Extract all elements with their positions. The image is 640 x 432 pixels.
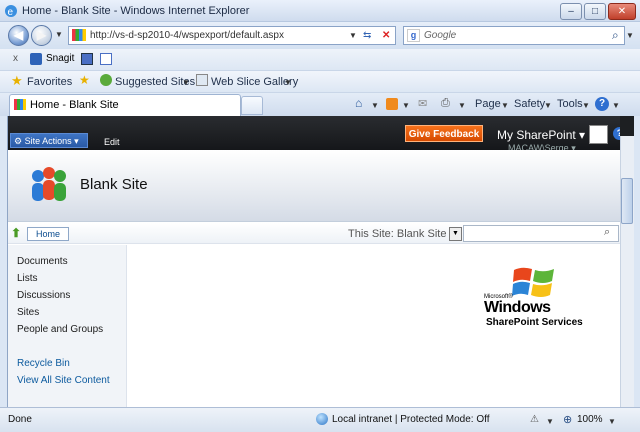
- new-tab-button[interactable]: [241, 96, 263, 115]
- nav-sites[interactable]: Sites: [17, 307, 39, 318]
- home-dropdown-icon[interactable]: ▼: [371, 101, 379, 110]
- feeds-icon[interactable]: [386, 98, 398, 110]
- logo-windows: Windows: [484, 299, 551, 316]
- intranet-globe-icon: [316, 413, 328, 425]
- sharepoint-page: ⚙ Site Actions ▾ Edit Give Feedback My S…: [7, 116, 620, 407]
- up-arrow-icon[interactable]: ⬆: [11, 226, 21, 240]
- print-dropdown-icon[interactable]: ▼: [458, 101, 466, 110]
- web-slice-dropdown-icon[interactable]: ▼: [284, 78, 292, 87]
- feeds-dropdown-icon[interactable]: ▼: [402, 101, 410, 110]
- page-menu[interactable]: Page: [475, 97, 501, 111]
- user-avatar[interactable]: [589, 125, 608, 144]
- nav-people-and-groups[interactable]: People and Groups: [17, 324, 103, 335]
- close-toolbar-icon[interactable]: x: [13, 53, 18, 64]
- site-search-input[interactable]: [463, 225, 619, 242]
- suggested-sites-icon: [100, 74, 112, 86]
- nav-documents[interactable]: Documents: [17, 256, 68, 267]
- favorites-star-icon: ★: [11, 73, 23, 88]
- address-dropdown-icon[interactable]: ▼: [349, 27, 357, 44]
- site-title[interactable]: Blank Site: [80, 176, 148, 193]
- web-slice-icon: [196, 74, 208, 86]
- nav-lists[interactable]: Lists: [17, 273, 38, 284]
- maximize-button[interactable]: □: [584, 3, 606, 20]
- status-text: Done: [8, 414, 32, 425]
- snagit-icon: [30, 53, 42, 65]
- search-scope-select[interactable]: This Site: Blank Site: [348, 228, 446, 240]
- url-text: http://vs-d-sp2010-4/wspexport/default.a…: [90, 30, 284, 41]
- search-icon[interactable]: ⌕: [612, 28, 619, 43]
- help-icon[interactable]: ?: [595, 97, 609, 111]
- recycle-bin-link[interactable]: Recycle Bin: [17, 358, 70, 369]
- security-zone[interactable]: Local intranet | Protected Mode: Off: [332, 414, 490, 425]
- help-dropdown-icon[interactable]: ▼: [612, 101, 620, 110]
- refresh-icon[interactable]: ⇆: [363, 27, 371, 44]
- search-placeholder: Google: [424, 30, 457, 41]
- logo-sharepoint-services: SharePoint Services: [486, 317, 583, 328]
- scrollbar-top-filler: [620, 116, 634, 136]
- stop-icon[interactable]: ✕: [382, 27, 390, 44]
- back-button[interactable]: ◀: [8, 25, 29, 46]
- safety-menu[interactable]: Safety: [514, 97, 545, 111]
- edit-tab[interactable]: Edit: [104, 137, 120, 147]
- capture-icon[interactable]: [81, 53, 93, 65]
- close-window-button[interactable]: ✕: [608, 3, 636, 20]
- protected-mode-icon[interactable]: ⚠: [530, 414, 539, 425]
- snagit-button[interactable]: Snagit: [46, 53, 74, 64]
- tab-favicon-icon: [14, 99, 26, 110]
- home-tab[interactable]: Home: [27, 227, 69, 241]
- tab-label: Home - Blank Site: [30, 99, 119, 111]
- favorites-bar: ★ Favorites ★ Suggested Sites ▼ Web Slic…: [0, 70, 640, 92]
- favorites-button[interactable]: Favorites: [27, 75, 72, 89]
- window-title: Home - Blank Site - Windows Internet Exp…: [22, 5, 250, 17]
- print-icon[interactable]: ⎙: [441, 97, 450, 110]
- scope-dropdown-icon[interactable]: ▼: [449, 227, 462, 241]
- vertical-scrollbar[interactable]: [620, 136, 634, 407]
- ie-icon: e: [5, 5, 17, 18]
- windows-flag-icon: [512, 267, 554, 297]
- zoom-dropdown-icon[interactable]: ▼: [608, 417, 616, 426]
- tab-bar: Home - Blank Site ⌂ ▼ ▼ ✉ ⎙ ▼ Page ▼ Saf…: [0, 92, 640, 116]
- title-bar: e Home - Blank Site - Windows Internet E…: [0, 0, 640, 22]
- google-icon: g: [407, 29, 420, 42]
- minimize-button[interactable]: –: [560, 3, 582, 20]
- safety-dropdown-icon: ▼: [544, 101, 552, 110]
- site-actions-menu[interactable]: ⚙ Site Actions ▾: [10, 133, 88, 148]
- site-actions-label: Site Actions: [24, 136, 72, 146]
- scrollbar-thumb[interactable]: [621, 178, 633, 224]
- tools-menu[interactable]: Tools: [557, 97, 583, 111]
- svg-text:e: e: [8, 7, 14, 18]
- forward-button[interactable]: ▶: [31, 25, 52, 46]
- address-toolbar: ◀ ▶ ▼ http://vs-d-sp2010-4/wspexport/def…: [0, 22, 640, 49]
- tab-home-blank-site[interactable]: Home - Blank Site: [9, 94, 241, 116]
- sp-help-icon[interactable]: ?: [613, 127, 620, 140]
- window-capture-icon[interactable]: [100, 53, 112, 65]
- zoom-level[interactable]: 100%: [577, 414, 603, 425]
- history-dropdown-icon[interactable]: ▼: [55, 30, 63, 39]
- zoom-icon[interactable]: ⊕: [563, 413, 572, 426]
- zone-dropdown-icon[interactable]: ▼: [546, 417, 554, 426]
- snagit-toolbar: x Snagit: [0, 49, 640, 70]
- site-actions-gear-icon: ⚙: [14, 136, 23, 146]
- mail-icon[interactable]: ✉: [418, 97, 427, 110]
- site-search-icon[interactable]: ⌕: [604, 226, 610, 239]
- give-feedback-button[interactable]: Give Feedback: [405, 125, 483, 142]
- page-favicon-icon: [72, 29, 86, 41]
- my-sharepoint-menu[interactable]: My SharePoint ▾: [497, 128, 585, 142]
- status-bar: Done Local intranet | Protected Mode: Of…: [0, 407, 640, 432]
- view-all-content-link[interactable]: View All Site Content: [17, 375, 110, 386]
- site-logo-icon[interactable]: [28, 164, 70, 204]
- my-sharepoint-label: My SharePoint: [497, 128, 576, 142]
- home-icon[interactable]: ⌂: [355, 96, 362, 110]
- add-favorite-icon[interactable]: ★: [79, 73, 90, 87]
- address-bar[interactable]: http://vs-d-sp2010-4/wspexport/default.a…: [68, 26, 396, 45]
- suggested-dropdown-icon[interactable]: ▼: [182, 78, 190, 87]
- nav-discussions[interactable]: Discussions: [17, 290, 70, 301]
- search-options-icon[interactable]: ▼: [626, 31, 634, 40]
- page-dropdown-icon: ▼: [501, 101, 509, 110]
- tools-dropdown-icon: ▼: [582, 101, 590, 110]
- search-input[interactable]: g Google: [403, 26, 625, 45]
